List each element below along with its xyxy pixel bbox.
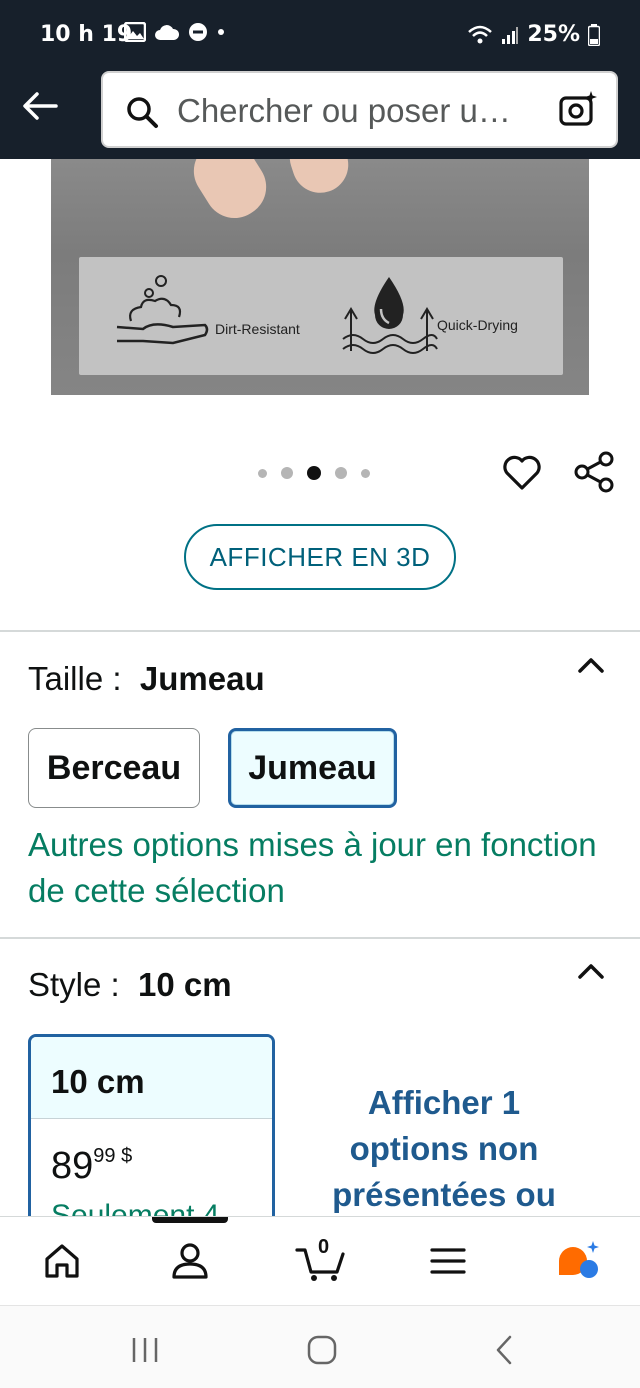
do-not-disturb-icon (189, 23, 207, 41)
size-option-jumeau[interactable]: Jumeau (228, 728, 397, 808)
carousel-dot-active[interactable] (307, 466, 321, 480)
style-label: Style : (28, 966, 120, 1003)
nav-home[interactable] (38, 1237, 86, 1285)
carousel-dot[interactable] (335, 467, 347, 479)
wifi-icon (468, 25, 493, 43)
section-divider (0, 937, 640, 939)
back-button[interactable] (20, 86, 60, 126)
status-time: 10 h 19 (40, 22, 133, 47)
search-placeholder: Chercher ou poser u… (177, 92, 511, 129)
water-drop-icon (342, 277, 438, 354)
size-option-berceau[interactable]: Berceau (28, 728, 200, 808)
search-input[interactable]: Chercher ou poser u… (101, 71, 618, 148)
recent-apps-icon (132, 1338, 158, 1362)
carousel-dot[interactable] (258, 468, 267, 478)
bottom-nav (0, 1216, 640, 1304)
carousel-dot[interactable] (281, 467, 293, 479)
product-image[interactable]: Dirt-Resistant Quick-Drying (51, 159, 589, 395)
signal-icon (502, 26, 519, 44)
chevron-up-icon[interactable] (576, 960, 606, 982)
section-divider (0, 630, 640, 632)
finger-shape (182, 159, 278, 230)
status-right: 25% (467, 22, 600, 47)
price-whole: 89 (51, 1145, 94, 1187)
home-system-button[interactable] (304, 1332, 340, 1368)
gallery-icon (124, 22, 146, 42)
camera-search-icon[interactable] (558, 89, 598, 129)
battery-percent: 25% (527, 22, 580, 47)
menu-icon (430, 1248, 466, 1274)
home-circle-icon (307, 1335, 337, 1365)
image-carousel-indicator (258, 466, 370, 480)
dot-icon (218, 29, 224, 35)
share-icon[interactable] (574, 451, 614, 493)
search-icon (127, 97, 158, 128)
cart-count-badge: 0 (318, 1236, 330, 1258)
size-value: Jumeau (139, 660, 265, 697)
heart-icon[interactable] (502, 453, 542, 491)
style-option-card[interactable]: 10 cm 8999 $ Seulement 4 (28, 1034, 275, 1224)
finger-shape (282, 159, 356, 201)
show-more-options-link[interactable]: Afficher 1 options non présentées ou (312, 1080, 576, 1218)
system-nav-bar (0, 1305, 640, 1388)
rufus-icon (559, 1241, 599, 1278)
carousel-dot[interactable] (361, 468, 370, 478)
recent-apps-button[interactable] (127, 1332, 163, 1368)
chevron-left-icon (496, 1335, 512, 1365)
style-option-title: 10 cm (31, 1037, 272, 1119)
feature-label-dirt-resistant: Dirt-Resistant (215, 321, 300, 337)
price-cents: 99 $ (93, 1145, 133, 1167)
arrow-left-icon (23, 92, 58, 120)
home-icon (45, 1244, 79, 1278)
cloud-icon (155, 25, 180, 40)
back-system-button[interactable] (486, 1332, 522, 1368)
account-icon (172, 1243, 208, 1279)
feature-label-quick-drying: Quick-Drying (437, 317, 518, 333)
product-features-banner: Dirt-Resistant Quick-Drying (79, 257, 563, 375)
size-selector-label: Taille : Jumeau (28, 660, 265, 698)
style-option-price: 8999 $ (51, 1145, 132, 1188)
options-updated-note: Autres options mises à jour en fonction … (28, 826, 597, 909)
style-selector-label: Style : 10 cm (28, 966, 232, 1004)
nav-menu[interactable] (424, 1237, 472, 1285)
active-tab-indicator (152, 1217, 228, 1223)
size-label: Taille : (28, 660, 122, 697)
view-in-3d-button[interactable]: AFFICHER EN 3D (184, 524, 456, 590)
status-icons (124, 22, 226, 42)
washing-hand-icon (116, 275, 209, 345)
chevron-up-icon[interactable] (576, 654, 606, 676)
top-bar: 10 h 19 25% Chercher ou poser u… (0, 0, 640, 159)
battery-icon (588, 23, 600, 46)
nav-rufus[interactable] (554, 1237, 602, 1285)
nav-account[interactable] (166, 1237, 214, 1285)
style-value: 10 cm (138, 966, 232, 1003)
status-bar: 10 h 19 25% (0, 0, 640, 68)
